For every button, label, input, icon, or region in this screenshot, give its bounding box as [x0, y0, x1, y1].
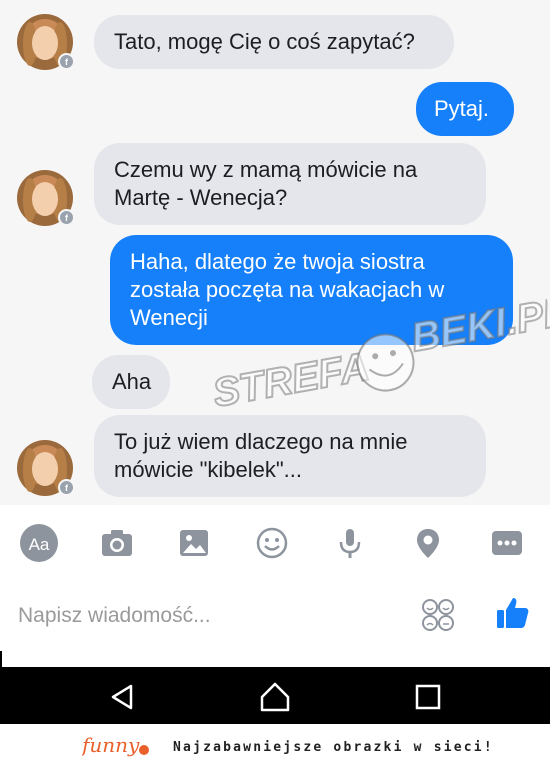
- image-icon[interactable]: [174, 523, 214, 563]
- contact-avatar[interactable]: f: [17, 14, 75, 70]
- chat-thread: f Tato, mogę Cię o coś zapytać? Pytaj. f…: [0, 0, 550, 505]
- watermark-right-text: BEKI.PL: [408, 290, 550, 361]
- site-footer: funny Najzabawniejsze obrazki w sieci!: [0, 724, 550, 769]
- like-thumb-icon[interactable]: [494, 594, 532, 632]
- location-pin-icon[interactable]: [408, 523, 448, 563]
- facebook-badge-icon: f: [58, 209, 75, 226]
- sticker-icon[interactable]: [420, 597, 456, 633]
- camera-icon[interactable]: [97, 523, 137, 563]
- home-icon[interactable]: [255, 677, 295, 717]
- message-input[interactable]: [18, 599, 388, 633]
- microphone-icon[interactable]: [330, 523, 370, 563]
- recents-square-icon[interactable]: [408, 677, 448, 717]
- svg-text:Aa: Aa: [29, 535, 50, 554]
- more-icon[interactable]: [487, 523, 527, 563]
- footer-tagline: Najzabawniejsze obrazki w sieci!: [173, 740, 494, 755]
- message-incoming[interactable]: Czemu wy z mamą mówicie na Martę - Wenec…: [94, 143, 486, 225]
- edge-mark: [0, 651, 2, 667]
- message-outgoing[interactable]: Pytaj.: [416, 82, 514, 136]
- back-triangle-icon[interactable]: [102, 677, 142, 717]
- contact-avatar[interactable]: f: [17, 440, 75, 496]
- facebook-badge-icon: f: [58, 53, 75, 70]
- message-incoming[interactable]: Tato, mogę Cię o coś zapytać?: [94, 15, 454, 69]
- composer-toolbar: Aa: [0, 513, 550, 573]
- message-composer: [0, 585, 550, 645]
- text-format-icon[interactable]: Aa: [19, 523, 59, 563]
- watermark-left-text: STREFA: [209, 345, 372, 416]
- contact-avatar[interactable]: f: [17, 170, 75, 226]
- facebook-badge-icon: f: [58, 479, 75, 496]
- emoji-icon[interactable]: [252, 523, 292, 563]
- android-navigation-bar: [0, 667, 550, 724]
- svg-text:funny: funny: [82, 733, 140, 757]
- funny-logo: funny: [80, 730, 154, 765]
- message-incoming[interactable]: Aha: [92, 355, 170, 409]
